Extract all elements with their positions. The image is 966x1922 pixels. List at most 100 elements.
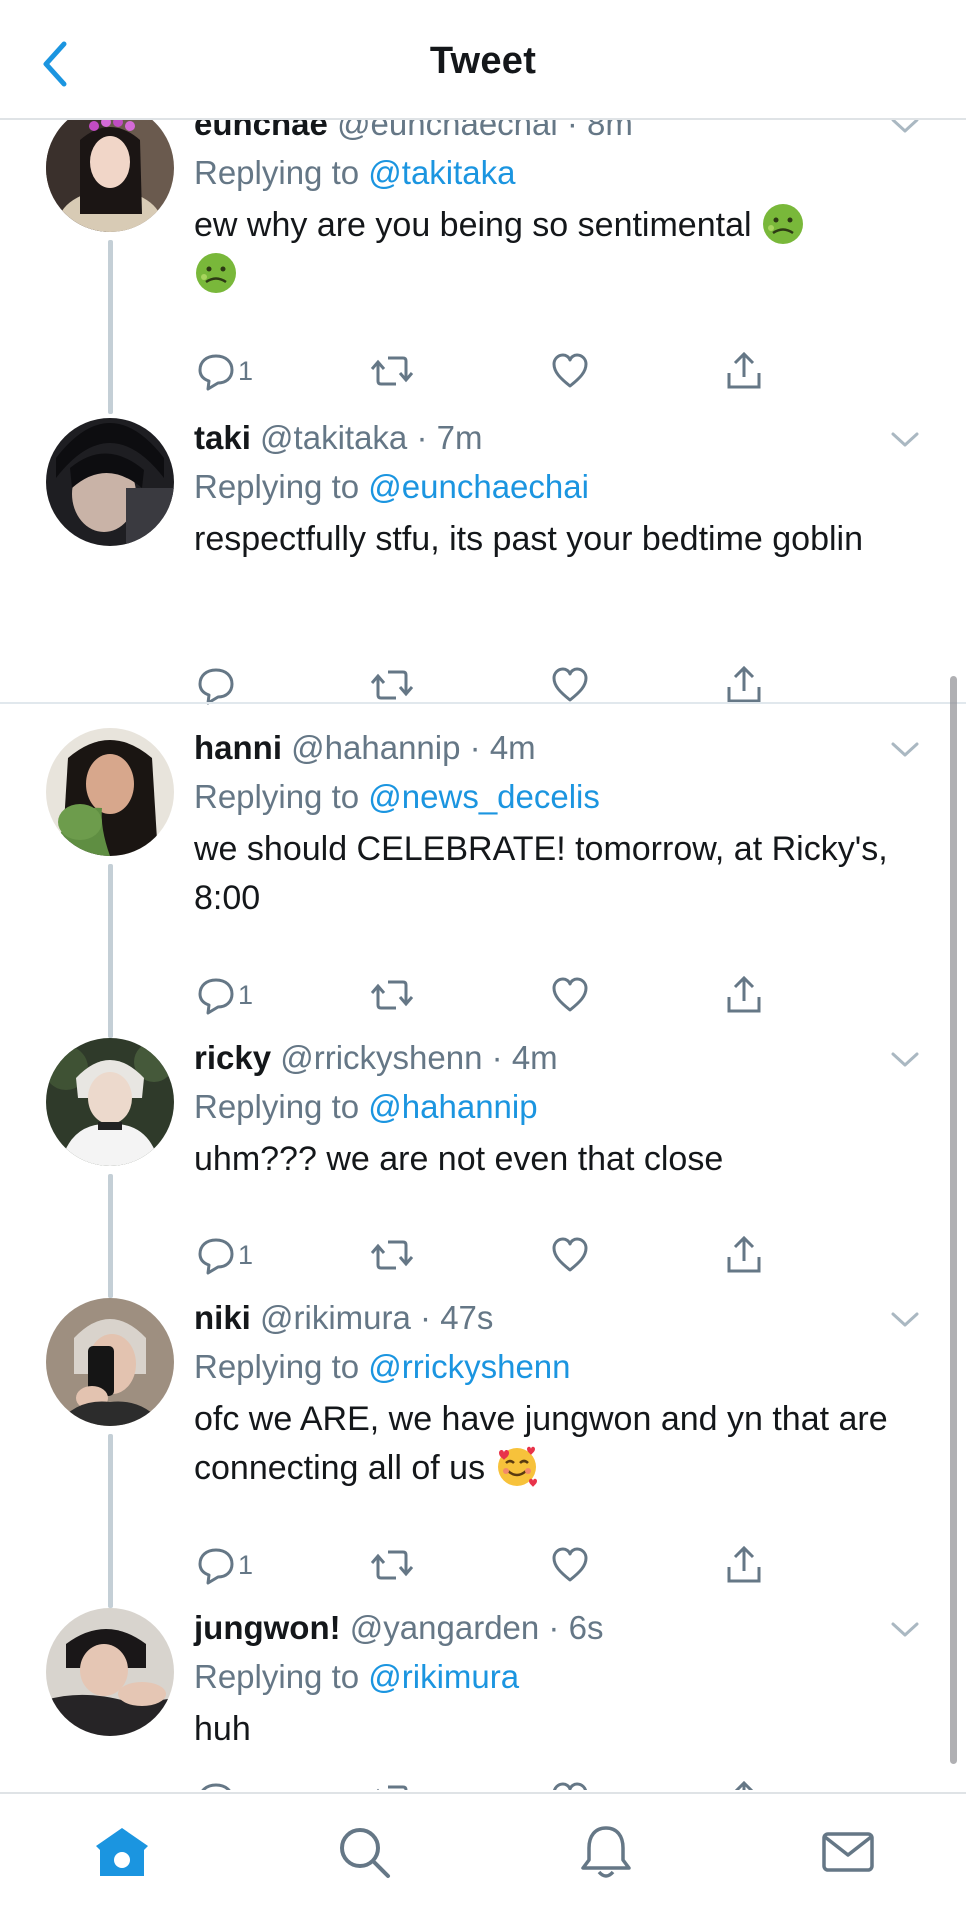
avatar[interactable] [46, 418, 174, 546]
chevron-down-icon[interactable] [890, 118, 920, 136]
retweet-button[interactable] [370, 1543, 414, 1587]
tweet-header: taki @takitaka · 7m [194, 419, 483, 456]
reply-button[interactable]: 1 [196, 349, 253, 393]
reply-button[interactable]: 1 [196, 1233, 253, 1277]
reply-count: 1 [238, 1239, 254, 1270]
handle[interactable]: @hahannip [291, 729, 460, 766]
tweet-hanni[interactable]: hanni @hahannip · 4m Replying to @news_d… [0, 728, 966, 1038]
avatar[interactable] [46, 118, 174, 232]
reply-button[interactable] [196, 1778, 238, 1790]
chevron-down-icon[interactable] [890, 430, 920, 450]
reply-icon [201, 1783, 231, 1790]
tweet-niki[interactable]: niki @rikimura · 47s Replying to @rricky… [0, 1298, 966, 1608]
thread-line [108, 240, 113, 414]
retweet-button[interactable] [370, 1233, 414, 1277]
avatar[interactable] [46, 728, 174, 856]
search-icon [340, 1828, 390, 1878]
display-name[interactable]: jungwon! [194, 1609, 341, 1646]
like-button[interactable] [550, 663, 590, 707]
mention-link[interactable]: @takitaka [368, 154, 515, 191]
display-name[interactable]: niki [194, 1299, 251, 1336]
tab-messages[interactable] [818, 1822, 878, 1882]
avatar[interactable] [46, 1298, 174, 1426]
page-title: Tweet [429, 40, 537, 82]
mention-link[interactable]: @rrickyshenn [368, 1348, 570, 1385]
timestamp: 8m [587, 118, 633, 142]
retweet-icon [370, 670, 414, 700]
tweet-header: niki @rikimura · 47s [194, 1299, 494, 1336]
mention-link[interactable]: @rikimura [368, 1658, 519, 1695]
tweet-eunchae[interactable]: eunchae @eunchaechai · 8m Replying to @t… [0, 118, 966, 414]
like-button[interactable] [550, 1778, 590, 1790]
tweet-jungwon[interactable]: jungwon! @yangarden · 6s Replying to @ri… [0, 1608, 966, 1790]
heart-icon [552, 667, 588, 702]
tweet-actions: 1 [194, 1233, 794, 1277]
tweet-text: uhm??? we are not even that close [194, 1140, 724, 1178]
tweet-ricky[interactable]: ricky @rrickyshenn · 4m Replying to @hah… [0, 1038, 966, 1298]
display-name[interactable]: ricky [194, 1039, 271, 1076]
chevron-down-icon[interactable] [890, 1310, 920, 1330]
share-button[interactable] [724, 663, 764, 707]
replying-to: Replying to @hahannip [194, 1088, 538, 1125]
chevron-down-icon[interactable] [890, 1050, 920, 1070]
avatar[interactable] [46, 1608, 174, 1736]
reply-button[interactable]: 1 [196, 1543, 253, 1587]
timestamp: 7m [436, 419, 483, 456]
nauseated-face-emoji [196, 253, 236, 294]
mention-link[interactable]: @news_decelis [368, 778, 600, 815]
reply-count: 1 [238, 979, 254, 1010]
reply-button[interactable]: 1 [196, 973, 253, 1017]
tab-notifications[interactable] [576, 1822, 636, 1882]
mention-link[interactable]: @hahannip [368, 1088, 537, 1125]
retweet-button[interactable] [370, 349, 414, 393]
retweet-button[interactable] [370, 973, 414, 1017]
like-button[interactable] [550, 1543, 590, 1587]
handle[interactable]: @takitaka [260, 419, 407, 456]
timestamp: 4m [511, 1039, 558, 1076]
display-name[interactable]: hanni [194, 729, 282, 766]
share-button[interactable] [724, 1778, 764, 1790]
like-button[interactable] [550, 973, 590, 1017]
avatar[interactable] [46, 1038, 174, 1166]
scrollbar[interactable] [950, 676, 957, 1764]
handle[interactable]: @rrickyshenn [280, 1039, 482, 1076]
mention-link[interactable]: @eunchaechai [368, 468, 589, 505]
share-button[interactable] [724, 349, 764, 393]
share-button[interactable] [724, 1543, 764, 1587]
retweet-button[interactable] [370, 663, 414, 707]
display-name[interactable]: taki [194, 419, 251, 456]
tweet-actions [194, 663, 794, 707]
like-button[interactable] [550, 1233, 590, 1277]
retweet-button[interactable] [370, 1778, 414, 1790]
share-button[interactable] [724, 973, 764, 1017]
reply-count: 1 [238, 355, 254, 386]
replying-to: Replying to @takitaka [194, 154, 516, 191]
retweet-icon [370, 980, 414, 1010]
timestamp: 47s [440, 1299, 494, 1336]
retweet-icon [376, 1785, 408, 1790]
like-button[interactable] [550, 349, 590, 393]
chevron-down-icon[interactable] [890, 1620, 920, 1640]
heart-icon [552, 1237, 588, 1272]
tweet-header: jungwon! @yangarden · 6s [194, 1609, 604, 1646]
handle[interactable]: @yangarden [350, 1609, 539, 1646]
share-icon [727, 665, 761, 703]
tab-search[interactable] [334, 1822, 394, 1882]
share-button[interactable] [724, 1233, 764, 1277]
bottom-tab-bar [0, 1792, 966, 1922]
share-icon [727, 351, 761, 389]
display-name[interactable]: eunchae [194, 118, 328, 142]
divider [0, 702, 966, 704]
timestamp: 6s [568, 1609, 604, 1646]
timestamp: 4m [489, 729, 536, 766]
handle[interactable]: @eunchaechai [337, 118, 558, 142]
tab-home[interactable] [92, 1822, 152, 1882]
top-bar: Tweet [0, 0, 966, 120]
tweet-taki[interactable]: taki @takitaka · 7m Replying to @eunchae… [0, 418, 966, 705]
chevron-down-icon[interactable] [890, 740, 920, 760]
thread-line [108, 1434, 113, 1608]
reply-button[interactable] [196, 663, 238, 707]
tweet-text: respectfully stfu, its past your bedtime… [194, 520, 863, 558]
share-icon [727, 1235, 761, 1273]
handle[interactable]: @rikimura [260, 1299, 411, 1336]
